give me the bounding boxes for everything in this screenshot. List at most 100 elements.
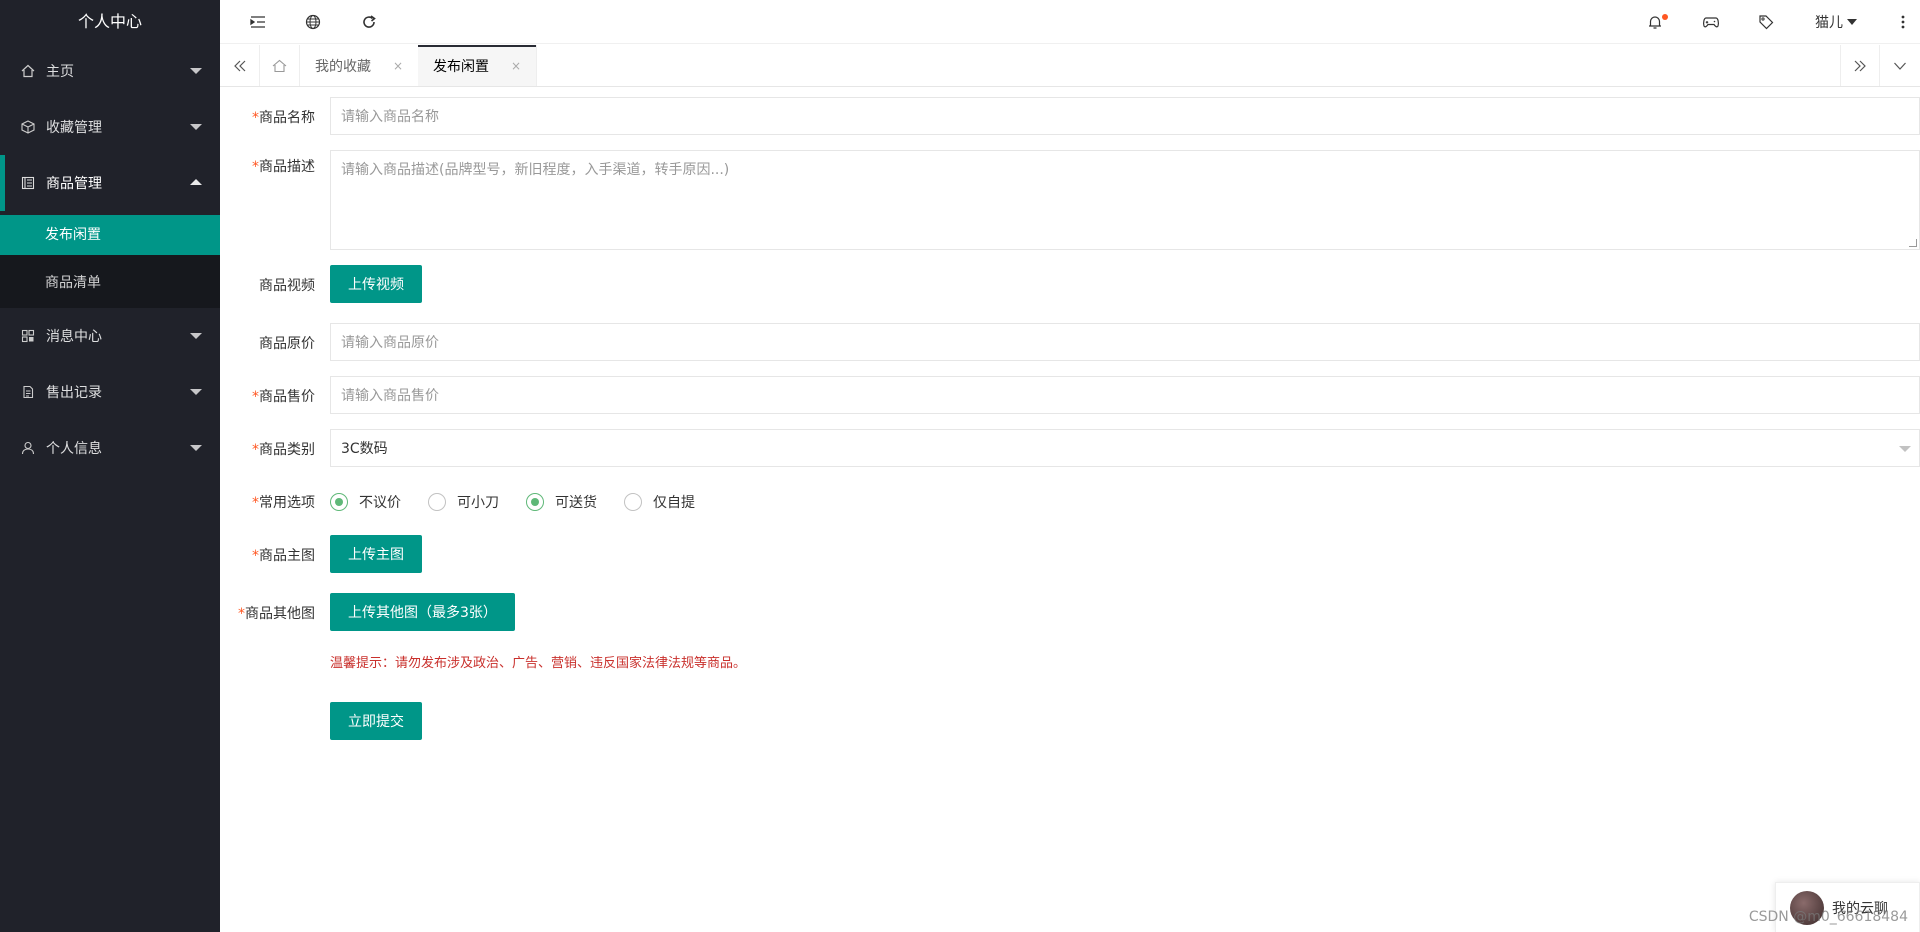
tab-label: 发布闲置 [433, 58, 489, 75]
original-price-input[interactable]: 请输入商品原价 [330, 323, 1920, 361]
user-name: 猫儿 [1815, 15, 1843, 31]
sidebar-subitem-publish[interactable]: 发布闲置 [0, 215, 220, 255]
caret-down-icon [1899, 446, 1911, 452]
document-icon [20, 384, 36, 400]
sidebar-subitem-goods-list[interactable]: 商品清单 [0, 259, 220, 308]
form-label: *商品类别 [220, 439, 315, 459]
globe-icon[interactable] [293, 0, 333, 44]
tabs-menu-icon[interactable] [1880, 45, 1920, 86]
caret-down-icon [1847, 19, 1857, 25]
label-text: 商品主图 [259, 548, 315, 564]
chevron-down-icon [190, 124, 202, 130]
home-icon [20, 63, 36, 79]
form-row-main-image: *商品主图 上传主图 [220, 535, 1920, 573]
cube-icon [20, 119, 36, 135]
radio-label: 可送货 [555, 495, 597, 511]
required-mark: * [238, 606, 245, 622]
user-icon [20, 440, 36, 456]
watermark: CSDN @m0_66618484 [1748, 909, 1908, 925]
form-row-options: *常用选项 不议价 可小刀 可送货 仅自提 [220, 482, 1920, 520]
form-label: *商品名称 [220, 107, 315, 127]
resize-handle-icon[interactable] [1909, 239, 1917, 247]
submit-button[interactable]: 立即提交 [330, 702, 422, 740]
label-text: 常用选项 [259, 495, 315, 511]
description-textarea[interactable]: 请输入商品描述(品牌型号，新旧程度，入手渠道，转手原因...) [330, 150, 1920, 250]
notification-dot [1662, 14, 1668, 20]
close-icon[interactable]: × [393, 59, 403, 73]
form-row-name: *商品名称 请输入商品名称 [220, 97, 1920, 135]
warning-tip: 温馨提示：请勿发布涉及政治、广告、营销、违反国家法律法规等商品。 [330, 656, 747, 671]
form-row-other-images: *商品其他图 上传其他图（最多3张） [220, 593, 1920, 631]
radio-label: 仅自提 [653, 495, 695, 511]
sidebar-item-label: 消息中心 [46, 329, 102, 345]
tabs-scroll-left-icon[interactable] [220, 45, 260, 86]
upload-other-images-button[interactable]: 上传其他图（最多3张） [330, 593, 515, 631]
sidebar-title: 个人中心 [77, 12, 142, 31]
sidebar-item-label: 主页 [46, 64, 74, 80]
radio-delivery[interactable]: 可送货 [526, 492, 597, 512]
category-select[interactable]: 3C数码 [330, 429, 1920, 467]
radio-label: 不议价 [359, 495, 401, 511]
required-mark: * [252, 389, 259, 405]
tag-icon[interactable] [1746, 0, 1786, 44]
required-mark: * [252, 159, 259, 175]
bell-icon[interactable] [1635, 0, 1675, 44]
chevron-down-icon [190, 445, 202, 451]
sidebar-item-profile[interactable]: 个人信息 [0, 420, 220, 476]
selected-value: 3C数码 [341, 441, 388, 457]
tab-publish[interactable]: 发布闲置 × [418, 45, 538, 86]
label-text: 商品名称 [259, 110, 315, 126]
book-icon [20, 175, 36, 191]
tab-favorites[interactable]: 我的收藏 × [300, 45, 420, 86]
form-row-category: *商品类别 3C数码 [220, 429, 1920, 467]
chevron-down-icon [190, 68, 202, 74]
sidebar-item-home[interactable]: 主页 [0, 43, 220, 99]
close-icon[interactable]: × [511, 59, 521, 73]
menu-toggle-icon[interactable] [238, 0, 278, 44]
more-vertical-icon[interactable] [1891, 0, 1915, 44]
label-text: 商品售价 [259, 389, 315, 405]
sidebar-item-sales[interactable]: 售出记录 [0, 364, 220, 420]
form-label: *商品售价 [220, 386, 315, 406]
required-mark: * [252, 548, 259, 564]
chevron-down-icon [190, 333, 202, 339]
chevron-up-icon [190, 179, 202, 185]
radio-no-bargain[interactable]: 不议价 [330, 492, 401, 512]
required-mark: * [252, 442, 259, 458]
form-row-desc: *商品描述 请输入商品描述(品牌型号，新旧程度，入手渠道，转手原因...) [220, 150, 1920, 250]
publish-form: *商品名称 请输入商品名称 *商品描述 请输入商品描述(品牌型号，新旧程度，入手… [220, 87, 1920, 932]
sidebar-item-label: 个人信息 [46, 441, 102, 457]
radio-pickup-only[interactable]: 仅自提 [624, 492, 695, 512]
chevron-down-icon [190, 389, 202, 395]
refresh-icon[interactable] [349, 0, 389, 44]
tab-home-icon[interactable] [260, 45, 300, 86]
form-label: *商品主图 [220, 545, 315, 565]
radio-small-bargain[interactable]: 可小刀 [428, 492, 499, 512]
user-menu[interactable]: 猫儿 [1815, 0, 1857, 44]
upload-video-button[interactable]: 上传视频 [330, 265, 422, 303]
tabs-scroll-right-icon[interactable] [1840, 45, 1880, 86]
form-label: 商品视频 [259, 278, 315, 294]
sidebar-item-goods[interactable]: 商品管理 [0, 155, 220, 211]
sidebar-item-label: 商品管理 [46, 176, 102, 192]
form-row-orig-price: 商品原价 请输入商品原价 [220, 323, 1920, 361]
sidebar-item-favorites[interactable]: 收藏管理 [0, 99, 220, 155]
sidebar-submenu: 发布闲置 商品清单 [0, 215, 220, 308]
required-mark: * [252, 495, 259, 511]
radio-unchecked-icon [624, 493, 642, 511]
sale-price-input[interactable]: 请输入商品售价 [330, 376, 1920, 414]
form-row-sale-price: *商品售价 请输入商品售价 [220, 376, 1920, 414]
form-row-video: 商品视频 上传视频 [220, 265, 1920, 303]
label-text: 商品类别 [259, 442, 315, 458]
name-input[interactable]: 请输入商品名称 [330, 97, 1920, 135]
gamepad-icon[interactable] [1691, 0, 1731, 44]
apps-icon [20, 328, 36, 344]
upload-main-image-button[interactable]: 上传主图 [330, 535, 422, 573]
radio-label: 可小刀 [457, 495, 499, 511]
sidebar-item-label: 售出记录 [46, 385, 102, 401]
sidebar-item-label: 收藏管理 [46, 120, 102, 136]
sidebar-item-messages[interactable]: 消息中心 [0, 308, 220, 364]
tab-bar: 我的收藏 × 发布闲置 × [220, 45, 1920, 87]
radio-unchecked-icon [428, 493, 446, 511]
top-header: 猫儿 [220, 0, 1920, 44]
